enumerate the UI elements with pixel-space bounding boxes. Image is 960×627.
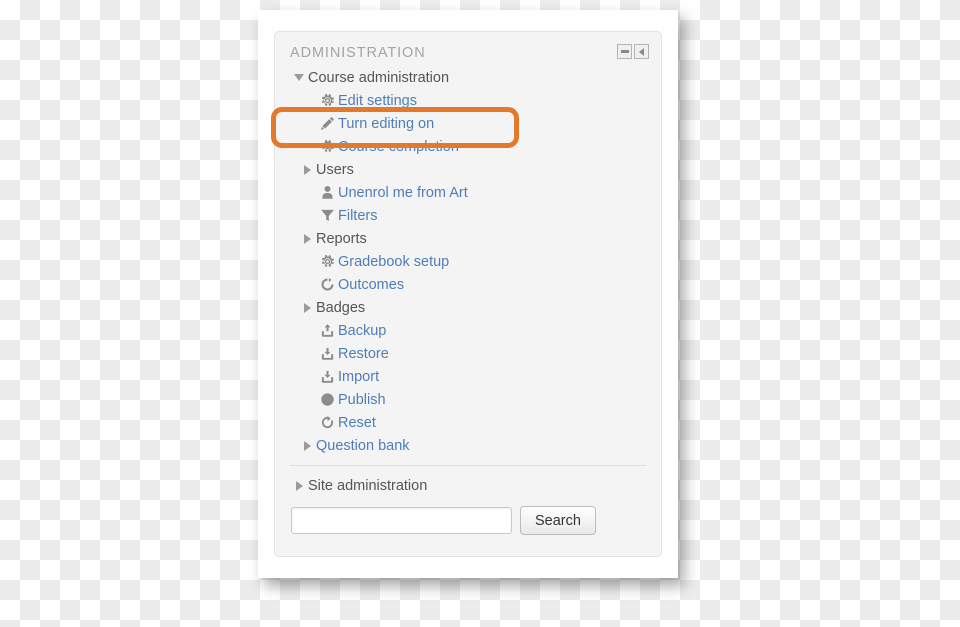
chevron-right-icon xyxy=(290,474,308,497)
sidebar-item-restore[interactable]: Restore xyxy=(290,342,647,365)
sidebar-item-label: Users xyxy=(316,161,354,178)
sidebar-item-backup[interactable]: Backup xyxy=(290,319,647,342)
left-arrow-glyph xyxy=(639,47,644,56)
block-footer: Site administration Search xyxy=(275,466,661,535)
sidebar-item-users[interactable]: Users xyxy=(290,158,647,181)
marker-spacer xyxy=(298,204,316,227)
marker-spacer xyxy=(298,342,316,365)
user-icon xyxy=(316,181,338,204)
sidebar-item-site-administration[interactable]: Site administration xyxy=(290,474,647,497)
funnel-icon xyxy=(316,204,338,227)
sidebar-item-label: Outcomes xyxy=(338,276,405,293)
chevron-right-icon xyxy=(298,158,316,181)
chevron-right-icon xyxy=(298,227,316,250)
block-header-controls xyxy=(617,44,649,59)
administration-block: ADMINISTRATION Course administration Edit… xyxy=(274,31,662,557)
marker-spacer xyxy=(298,135,316,158)
sidebar-item-filters[interactable]: Filters xyxy=(290,204,647,227)
sidebar-item-label: Badges xyxy=(316,299,366,316)
gear-icon xyxy=(316,89,338,112)
marker-spacer xyxy=(298,89,316,112)
sidebar-item-badges[interactable]: Badges xyxy=(290,296,647,319)
sidebar-item-label: Site administration xyxy=(308,477,428,494)
sidebar-item-label: Turn editing on xyxy=(338,115,435,132)
reset-icon xyxy=(316,411,338,434)
sidebar-item-label: Reports xyxy=(316,230,367,247)
sidebar-item-outcomes[interactable]: Outcomes xyxy=(290,273,647,296)
pencil-icon xyxy=(316,112,338,135)
sidebar-item-label: Publish xyxy=(338,391,386,408)
sidebar-item-label: Question bank xyxy=(316,437,410,454)
upload-icon xyxy=(316,319,338,342)
collapse-icon[interactable] xyxy=(617,44,632,59)
sidebar-item-label: Backup xyxy=(338,322,387,339)
sidebar-item-gradebook-setup[interactable]: Gradebook setup xyxy=(290,250,647,273)
marker-spacer xyxy=(298,365,316,388)
sidebar-item-turn-editing-on[interactable]: Turn editing on xyxy=(290,112,647,135)
marker-spacer xyxy=(298,411,316,434)
marker-spacer xyxy=(298,250,316,273)
sidebar-item-label: Filters xyxy=(338,207,378,224)
sidebar-item-course-administration[interactable]: Course administration xyxy=(290,66,647,89)
administration-tree: Course administration Edit settings Turn e… xyxy=(275,66,661,457)
sidebar-item-label: Reset xyxy=(338,414,376,431)
dock-icon[interactable] xyxy=(634,44,649,59)
chevron-right-icon xyxy=(298,434,316,457)
sidebar-item-course-completion[interactable]: Course completion xyxy=(290,135,647,158)
search-button[interactable]: Search xyxy=(520,506,596,535)
sidebar-item-question-bank[interactable]: Question bank xyxy=(290,434,647,457)
gear-icon xyxy=(316,135,338,158)
chevron-right-icon xyxy=(298,296,316,319)
marker-spacer xyxy=(298,319,316,342)
sidebar-item-label: Course completion xyxy=(338,138,459,155)
sidebar-item-unenrol-me-from-art[interactable]: Unenrol me from Art xyxy=(290,181,647,204)
marker-spacer xyxy=(298,181,316,204)
sidebar-item-edit-settings[interactable]: Edit settings xyxy=(290,89,647,112)
sidebar-item-reset[interactable]: Reset xyxy=(290,411,647,434)
sidebar-item-label: Edit settings xyxy=(338,92,417,109)
minus-glyph xyxy=(620,50,629,53)
download-icon xyxy=(316,365,338,388)
sidebar-item-label: Unenrol me from Art xyxy=(338,184,468,201)
outcomes-icon xyxy=(316,273,338,296)
page-title: ADMINISTRATION xyxy=(290,45,426,61)
download-icon xyxy=(316,342,338,365)
marker-spacer xyxy=(298,112,316,135)
sidebar-item-label: Course administration xyxy=(308,69,450,86)
globe-icon xyxy=(316,388,338,411)
chevron-down-icon xyxy=(290,66,308,89)
search-input[interactable] xyxy=(291,507,512,534)
sidebar-item-publish[interactable]: Publish xyxy=(290,388,647,411)
sidebar-item-label: Gradebook setup xyxy=(338,253,450,270)
sidebar-item-label: Import xyxy=(338,368,380,385)
screenshot-card: ADMINISTRATION Course administration Edit… xyxy=(258,10,678,578)
search-row: Search xyxy=(290,506,647,535)
marker-spacer xyxy=(298,388,316,411)
gear-icon xyxy=(316,250,338,273)
block-header: ADMINISTRATION xyxy=(275,32,661,66)
marker-spacer xyxy=(298,273,316,296)
sidebar-item-reports[interactable]: Reports xyxy=(290,227,647,250)
sidebar-item-import[interactable]: Import xyxy=(290,365,647,388)
sidebar-item-label: Restore xyxy=(338,345,389,362)
